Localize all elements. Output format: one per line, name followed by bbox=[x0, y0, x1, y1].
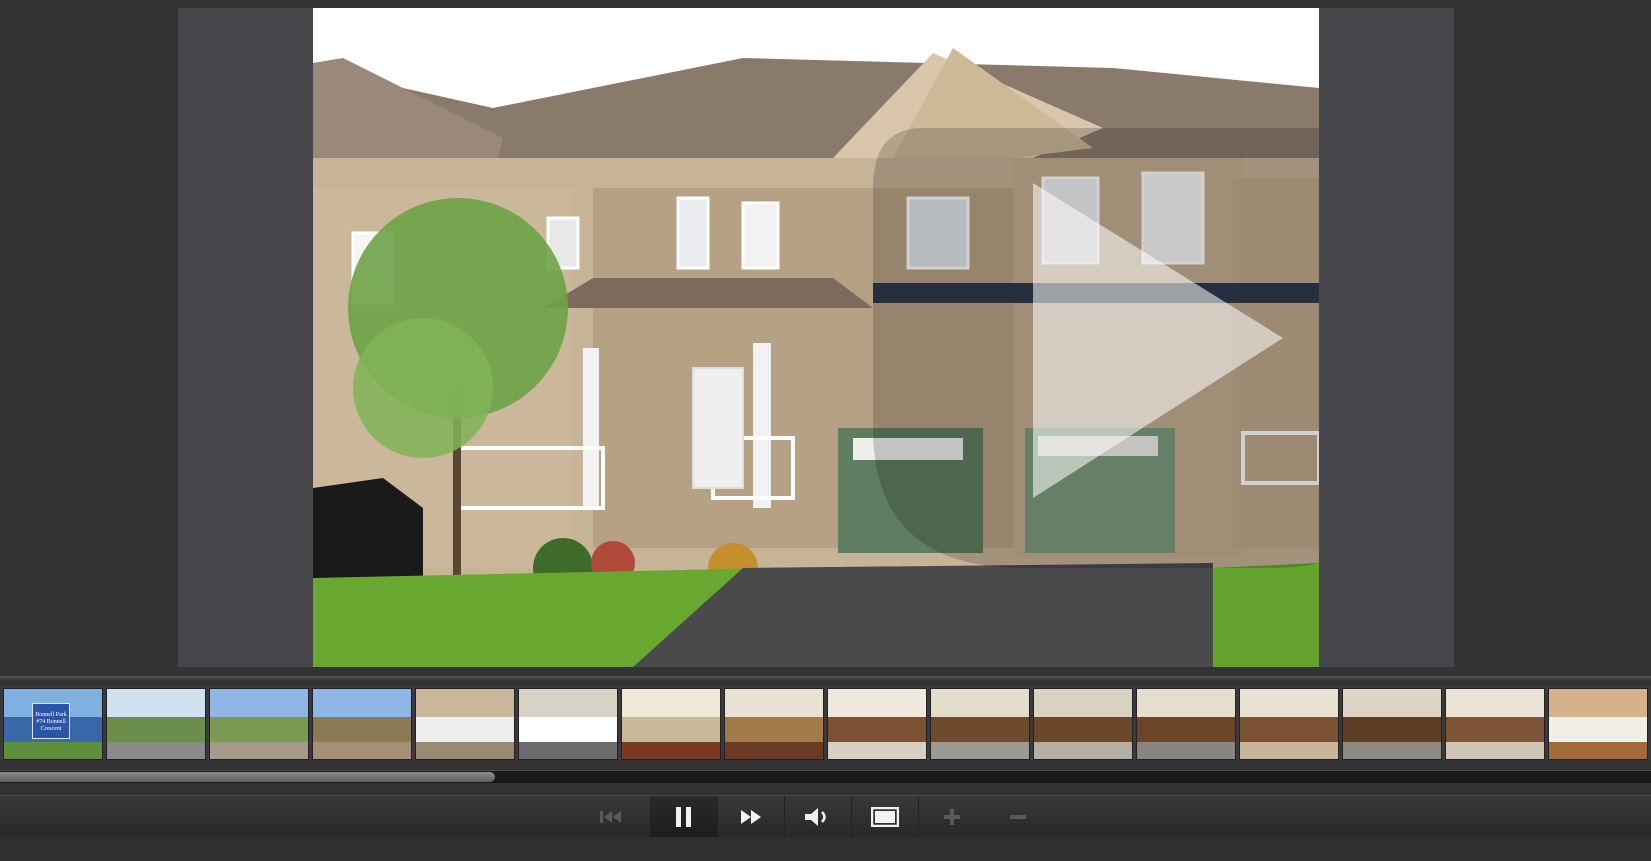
park-sign: Bonnell Park #74 Bonnell Crescent bbox=[32, 703, 70, 739]
thumbnail-band bbox=[1137, 717, 1235, 742]
thumbnail-band bbox=[416, 717, 514, 742]
thumbnail-park-pond[interactable] bbox=[312, 688, 412, 760]
minus-icon bbox=[1010, 814, 1026, 819]
thumbnail-band bbox=[1549, 689, 1647, 717]
fast-forward-icon bbox=[741, 809, 761, 824]
thumbnail-park-bench[interactable] bbox=[209, 688, 309, 760]
thumbnail-park-path[interactable] bbox=[106, 688, 206, 760]
thumbnail-band bbox=[1446, 717, 1544, 742]
thumbnail-band bbox=[313, 741, 411, 759]
thumbnail-kitchen-3[interactable] bbox=[1033, 688, 1133, 760]
thumbnail-band bbox=[828, 717, 926, 742]
thumbnail-band bbox=[1240, 717, 1338, 742]
thumbnail-band bbox=[313, 717, 411, 742]
thumbnail-band bbox=[107, 689, 205, 717]
thumbnail-band bbox=[828, 689, 926, 717]
thumbnail-band bbox=[931, 717, 1029, 742]
fullscreen-icon bbox=[871, 806, 899, 827]
thumbnail-band bbox=[1446, 689, 1544, 717]
next-button[interactable] bbox=[717, 796, 784, 837]
play-icon bbox=[873, 128, 1319, 568]
thumbnail-band bbox=[210, 717, 308, 742]
thumbnail-band bbox=[1343, 689, 1441, 717]
thumbnail-band bbox=[931, 741, 1029, 759]
zoom-out-button[interactable] bbox=[985, 796, 1051, 837]
plus-icon bbox=[944, 808, 960, 825]
thumbnail-band bbox=[931, 689, 1029, 717]
thumbnail-band bbox=[1240, 741, 1338, 759]
thumbnail-band bbox=[1549, 741, 1647, 759]
filmstrip-scrollbar[interactable] bbox=[0, 770, 1651, 783]
skip-back-icon bbox=[600, 810, 621, 823]
thumbnail-band bbox=[519, 741, 617, 759]
volume-button[interactable] bbox=[784, 796, 851, 837]
thumbnail-band bbox=[1137, 689, 1235, 717]
thumbnail-park-sign[interactable]: Bonnell Park #74 Bonnell Crescent bbox=[3, 688, 103, 760]
thumbnail-band bbox=[210, 741, 308, 759]
thumbnail-kitchen-7[interactable] bbox=[1445, 688, 1545, 760]
thumbnail-kitchen-2[interactable] bbox=[930, 688, 1030, 760]
thumbnail-foyer[interactable] bbox=[724, 688, 824, 760]
thumbnail-band bbox=[519, 717, 617, 742]
thumbnail-band bbox=[622, 717, 720, 742]
fullscreen-button[interactable] bbox=[851, 796, 918, 837]
thumbnail-band bbox=[1034, 717, 1132, 742]
thumbnail-band bbox=[1549, 717, 1647, 742]
thumbnail-band bbox=[107, 741, 205, 759]
photo-stage bbox=[178, 8, 1454, 667]
main-photo[interactable] bbox=[313, 8, 1319, 667]
thumbnail-kitchen-6[interactable] bbox=[1342, 688, 1442, 760]
thumbnail-hallway[interactable] bbox=[621, 688, 721, 760]
filmstrip[interactable]: Bonnell Park #74 Bonnell Crescent bbox=[0, 686, 1651, 760]
thumbnail-kitchen-1[interactable] bbox=[827, 688, 927, 760]
thumbnail-band bbox=[1034, 689, 1132, 717]
thumbnail-band bbox=[1343, 717, 1441, 742]
thumbnail-band bbox=[1240, 689, 1338, 717]
thumbnail-band bbox=[725, 741, 823, 759]
thumbnail-band bbox=[313, 689, 411, 717]
bottom-strip bbox=[0, 837, 1651, 861]
filmstrip-divider bbox=[0, 676, 1651, 682]
thumbnail-band bbox=[622, 741, 720, 759]
thumbnail-band bbox=[4, 741, 102, 759]
thumbnail-band bbox=[622, 689, 720, 717]
filmstrip-scroll-thumb[interactable] bbox=[0, 772, 495, 782]
thumbnail-kitchen-4[interactable] bbox=[1136, 688, 1236, 760]
control-bar bbox=[0, 795, 1651, 837]
park-sign-line: Bonnell Park bbox=[35, 712, 67, 718]
thumbnail-band bbox=[210, 689, 308, 717]
thumbnail-kitchen-5[interactable] bbox=[1239, 688, 1339, 760]
park-sign-line: #74 Bonnell Crescent bbox=[36, 719, 66, 732]
thumbnail-band bbox=[1446, 741, 1544, 759]
play-overlay[interactable] bbox=[873, 128, 1319, 568]
thumbnail-band bbox=[828, 741, 926, 759]
thumbnail-porch-door[interactable] bbox=[518, 688, 618, 760]
thumbnail-dining-room[interactable] bbox=[1548, 688, 1648, 760]
thumbnail-band bbox=[416, 741, 514, 759]
thumbnail-band bbox=[107, 717, 205, 742]
thumbnail-band bbox=[416, 689, 514, 717]
thumbnail-band bbox=[725, 689, 823, 717]
previous-button[interactable] bbox=[578, 796, 644, 837]
thumbnail-band bbox=[519, 689, 617, 717]
thumbnail-band bbox=[1137, 741, 1235, 759]
thumbnail-front-porch[interactable] bbox=[415, 688, 515, 760]
thumbnail-band bbox=[1343, 741, 1441, 759]
zoom-in-button[interactable] bbox=[918, 796, 985, 837]
thumbnail-band bbox=[1034, 741, 1132, 759]
speaker-icon bbox=[805, 807, 826, 826]
pause-button[interactable] bbox=[650, 796, 717, 837]
pause-icon bbox=[676, 806, 691, 827]
thumbnail-band bbox=[725, 717, 823, 742]
